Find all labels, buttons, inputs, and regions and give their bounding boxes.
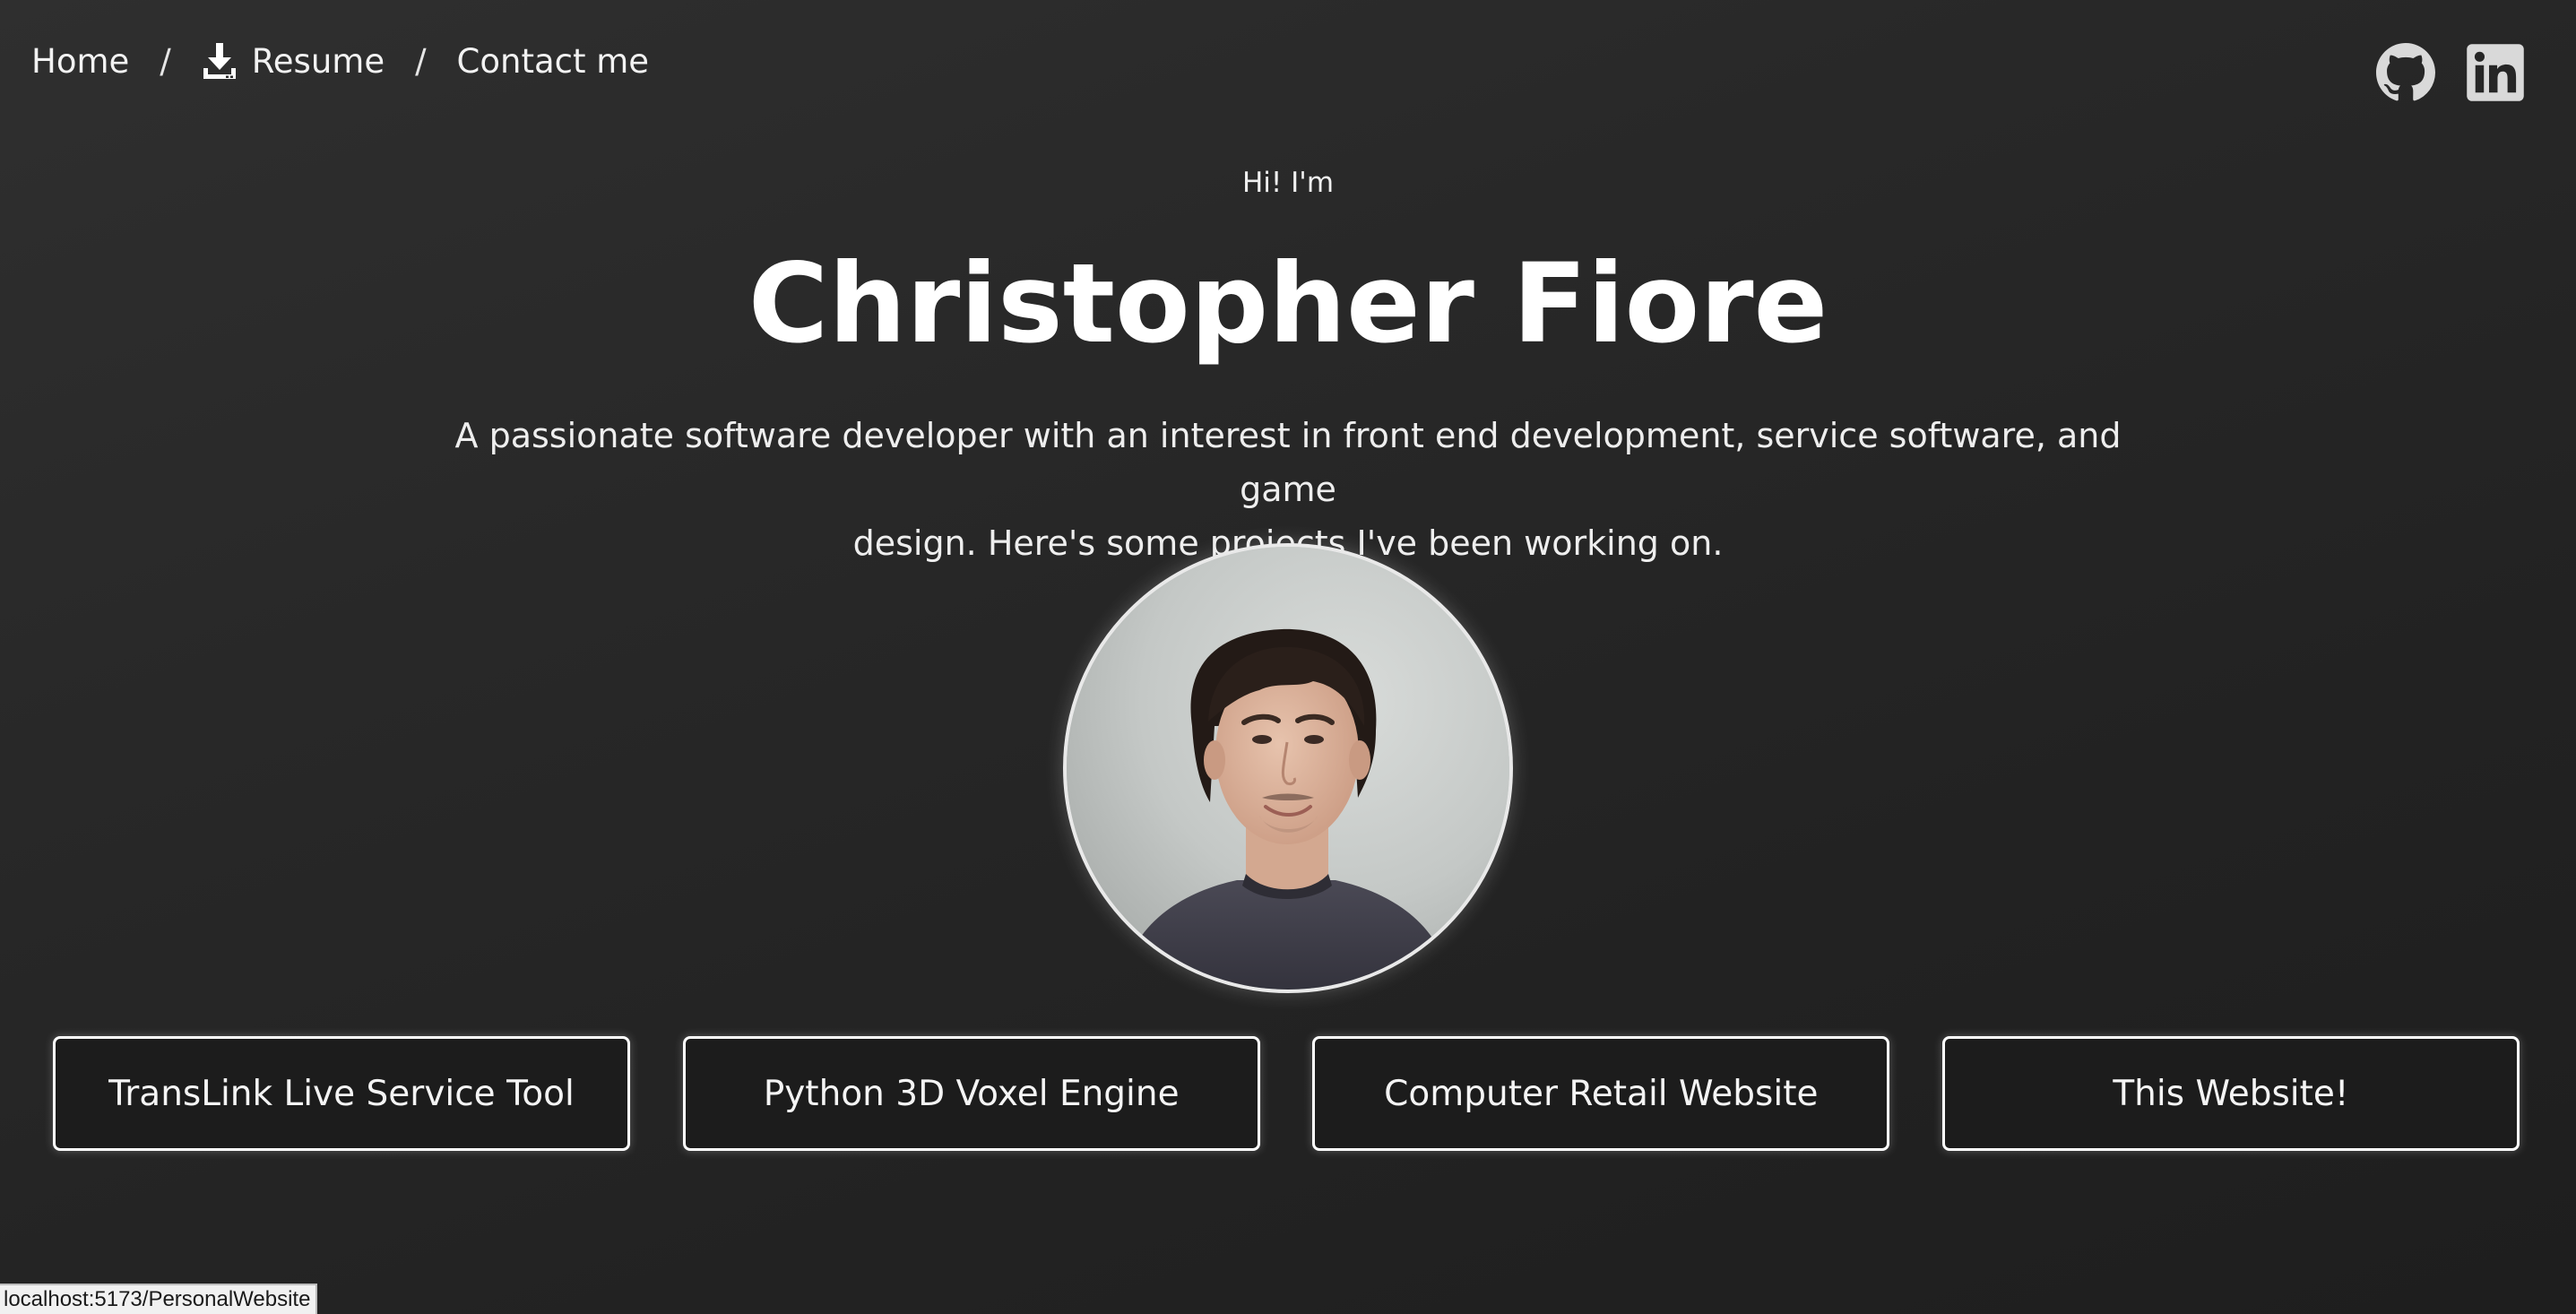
linkedin-icon[interactable] bbox=[2466, 43, 2525, 102]
nav-resume-label: Resume bbox=[251, 41, 385, 81]
project-button-this-website[interactable]: This Website! bbox=[1941, 1036, 2520, 1151]
nav-resume-link[interactable]: Resume bbox=[202, 41, 385, 81]
social-links bbox=[2376, 43, 2525, 102]
download-icon bbox=[203, 43, 236, 79]
profile-avatar bbox=[1063, 543, 1513, 993]
project-button-voxel-engine[interactable]: Python 3D Voxel Engine bbox=[682, 1036, 1260, 1151]
hero-name-heading: Christopher Fiore bbox=[748, 240, 1828, 367]
nav-separator: / bbox=[415, 41, 427, 81]
project-button-translink[interactable]: TransLink Live Service Tool bbox=[53, 1036, 630, 1151]
nav-separator: / bbox=[160, 41, 171, 81]
status-bar-url: localhost:5173/PersonalWebsite bbox=[0, 1284, 318, 1314]
github-icon[interactable] bbox=[2376, 43, 2435, 102]
breadcrumb-nav: Home / Resume / Contact me bbox=[31, 34, 649, 88]
nav-home-link[interactable]: Home bbox=[31, 42, 129, 81]
nav-contact-link[interactable]: Contact me bbox=[457, 42, 650, 81]
project-button-retail-website[interactable]: Computer Retail Website bbox=[1312, 1036, 1890, 1151]
tagline-line-1: A passionate software developer with an … bbox=[454, 416, 2122, 509]
project-buttons: TransLink Live Service Tool Python 3D Vo… bbox=[53, 1036, 2520, 1151]
greeting-text: Hi! I'm bbox=[1241, 167, 1335, 199]
